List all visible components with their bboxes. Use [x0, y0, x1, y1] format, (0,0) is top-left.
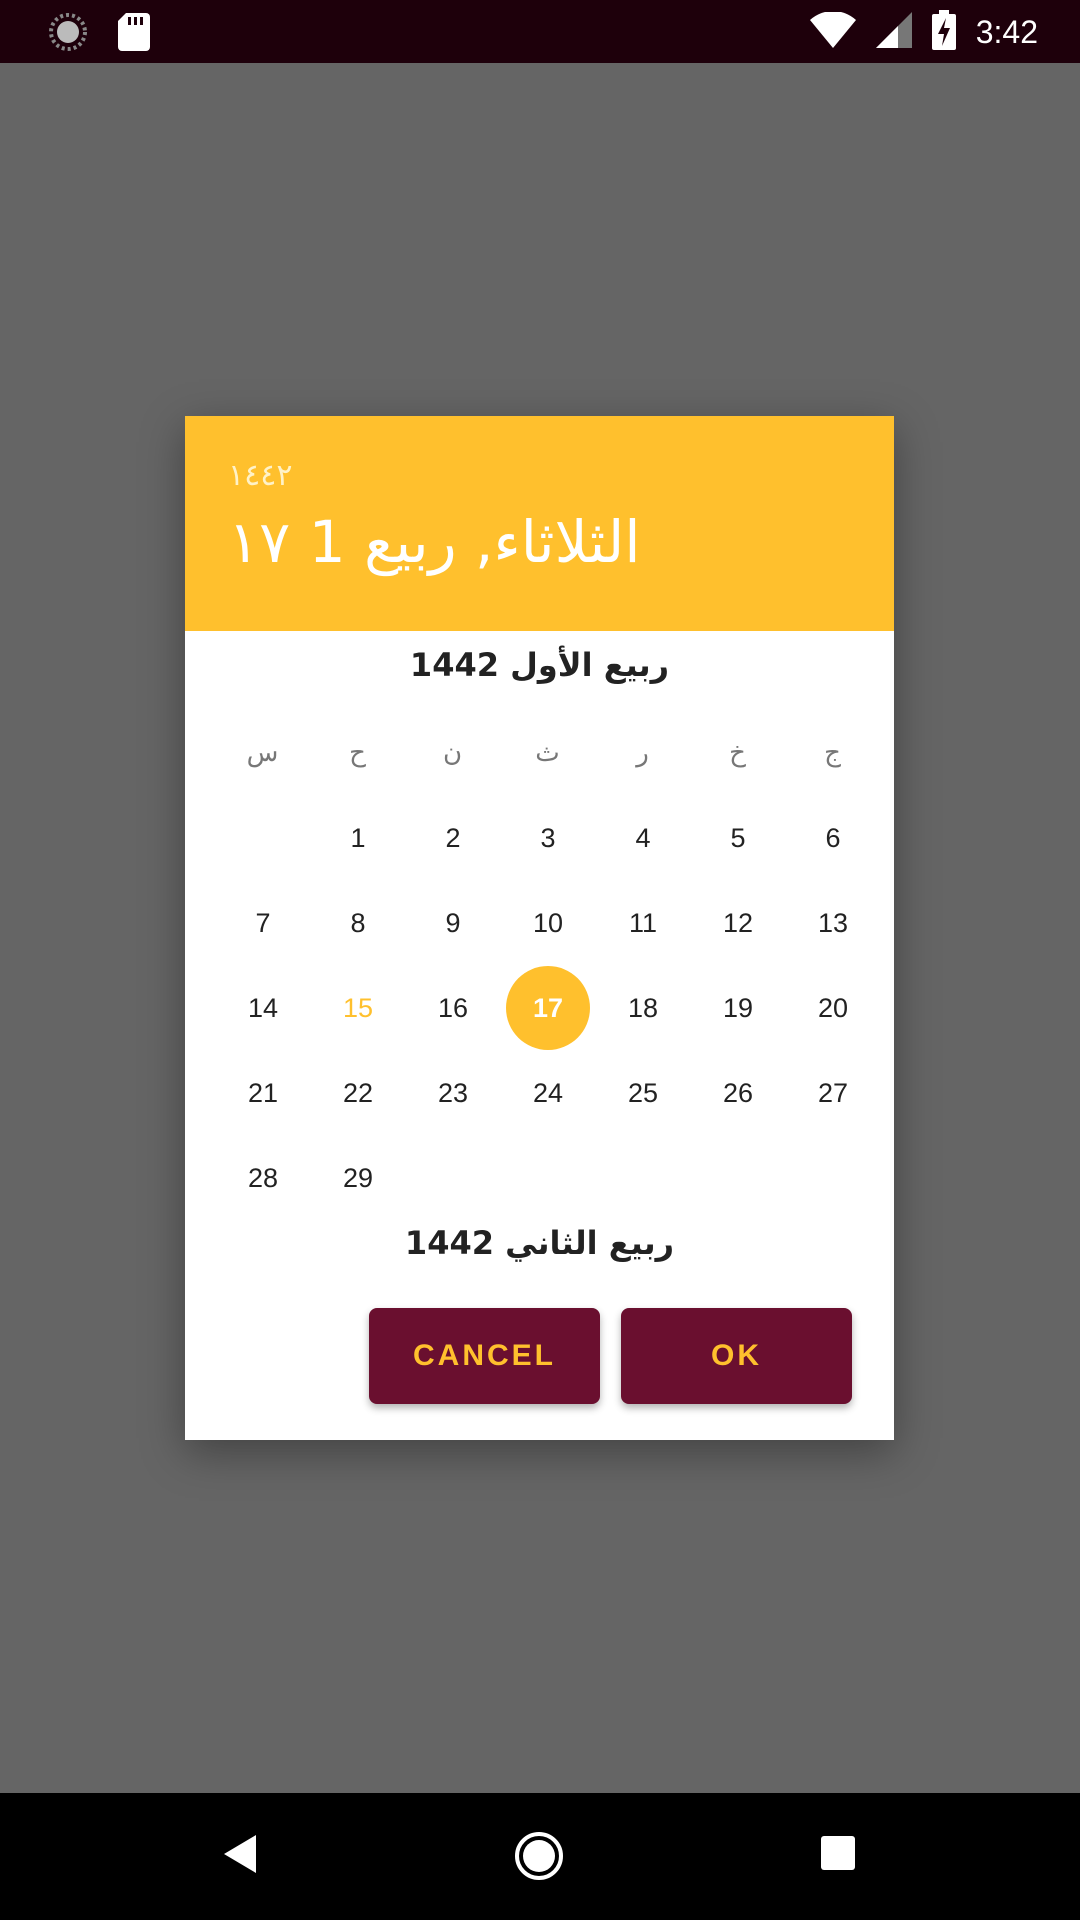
- calendar-day[interactable]: 4: [601, 796, 685, 880]
- next-month-title: ربيع الثاني 1442: [404, 1224, 675, 1262]
- status-bar: 3:42: [0, 0, 1080, 63]
- calendar-day[interactable]: 7: [221, 881, 305, 965]
- calendar-day[interactable]: 3: [506, 796, 590, 880]
- cancel-button[interactable]: CANCEL: [369, 1308, 600, 1404]
- calendar-day[interactable]: 27: [791, 1051, 875, 1135]
- weekday-label: ج: [824, 738, 841, 768]
- weekday-label: ن: [442, 738, 463, 768]
- back-icon[interactable]: [224, 1835, 258, 1878]
- clock: 3:42: [975, 13, 1038, 50]
- navigation-bar: [0, 1793, 1080, 1920]
- calendar-day[interactable]: 18: [601, 966, 685, 1050]
- wifi-icon: [809, 10, 856, 53]
- weekday-label: ح: [349, 738, 366, 768]
- calendar-day[interactable]: 12: [696, 881, 780, 965]
- weekday-header-row: س ح ن ث ر خ ج: [215, 738, 882, 788]
- calendar-day[interactable]: 29: [316, 1136, 400, 1220]
- calendar-day[interactable]: 21: [221, 1051, 305, 1135]
- battery-charging-icon: [931, 9, 956, 55]
- calendar-day[interactable]: 6: [791, 796, 875, 880]
- calendar-day[interactable]: 25: [601, 1051, 685, 1135]
- home-icon[interactable]: [514, 1831, 564, 1886]
- loading-icon: [48, 12, 88, 57]
- ok-button[interactable]: OK: [621, 1308, 852, 1404]
- calendar-day[interactable]: 9: [411, 881, 495, 965]
- header-year[interactable]: ١٤٤٢: [228, 458, 292, 493]
- calendar-day[interactable]: 13: [791, 881, 875, 965]
- calendar-day[interactable]: 26: [696, 1051, 780, 1135]
- signal-icon: [875, 11, 912, 53]
- calendar-day[interactable]: 1: [316, 796, 400, 880]
- month-title: ربيع الأول 1442: [409, 646, 670, 684]
- weekday-label: ر: [636, 738, 649, 768]
- calendar-day[interactable]: 28: [221, 1136, 305, 1220]
- calendar-day[interactable]: 19: [696, 966, 780, 1050]
- weekday-label: خ: [729, 738, 746, 768]
- calendar-day[interactable]: 11: [601, 881, 685, 965]
- calendar-day[interactable]: 15: [316, 966, 400, 1050]
- recents-icon[interactable]: [821, 1836, 855, 1875]
- sd-card-icon: [118, 13, 150, 56]
- header-date[interactable]: الثلاثاء, ربيع 1 ١٧: [228, 508, 640, 576]
- days-grid: 1 2 3 4 5 6 7 8 9 10 11 12 13 14 15 16 17 18 19 20 21 22 23 24 2…: [215, 796, 882, 1226]
- dialog-header: ١٤٤٢ الثلاثاء, ربيع 1 ١٧: [185, 416, 894, 631]
- calendar-day[interactable]: 8: [316, 881, 400, 965]
- calendar-day[interactable]: 10: [506, 881, 590, 965]
- calendar-day[interactable]: 23: [411, 1051, 495, 1135]
- calendar-day[interactable]: 2: [411, 796, 495, 880]
- calendar-day[interactable]: 5: [696, 796, 780, 880]
- selected-day[interactable]: 17: [506, 966, 590, 1050]
- date-picker-dialog: ١٤٤٢ الثلاثاء, ربيع 1 ١٧ ربيع الأول 1442…: [185, 416, 894, 1440]
- weekday-label: س: [246, 738, 279, 768]
- calendar-day[interactable]: 16: [411, 966, 495, 1050]
- calendar-day[interactable]: 14: [221, 966, 305, 1050]
- calendar-day[interactable]: 22: [316, 1051, 400, 1135]
- calendar-day[interactable]: 24: [506, 1051, 590, 1135]
- calendar-day[interactable]: 20: [791, 966, 875, 1050]
- weekday-label: ث: [535, 738, 560, 768]
